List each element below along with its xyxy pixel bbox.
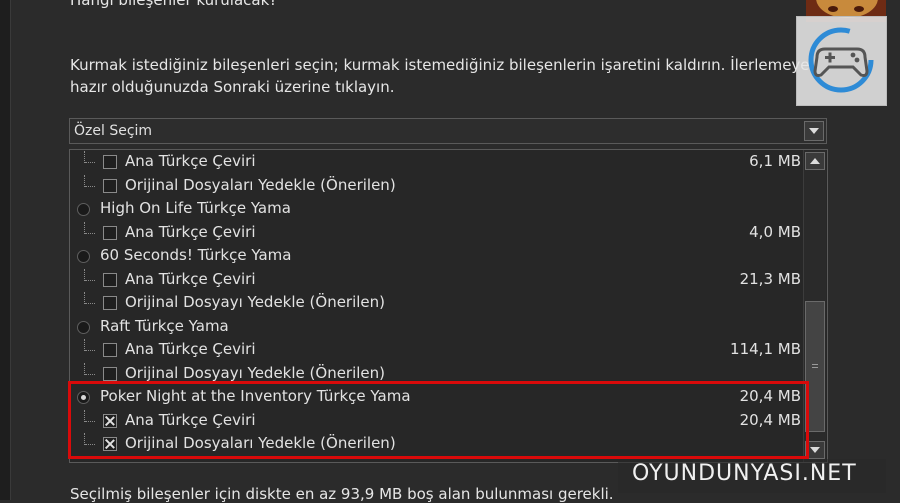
component-label: 60 Seconds! Türkçe Yama bbox=[100, 246, 292, 264]
window-left-border bbox=[0, 0, 11, 500]
dropdown-button[interactable] bbox=[804, 121, 824, 141]
page-description: Kurmak istediğiniz bileşenleri seçin; ku… bbox=[70, 56, 810, 96]
component-item[interactable]: Ana Türkçe Çeviri 114,1 MB bbox=[70, 339, 803, 362]
component-checkbox[interactable] bbox=[103, 296, 117, 310]
component-label: Ana Türkçe Çeviri bbox=[125, 152, 256, 170]
component-item[interactable]: Ana Türkçe Çeviri 6,1 MB bbox=[70, 151, 803, 174]
component-size: 4,0 MB bbox=[749, 222, 801, 241]
component-checkbox[interactable] bbox=[103, 366, 117, 381]
component-size: 6,1 MB bbox=[749, 152, 801, 170]
highlight-box bbox=[68, 381, 809, 459]
component-label: Orijinal Dosyayı Yedekle (Önerilen) bbox=[125, 363, 386, 382]
component-label: Ana Türkçe Çeviri bbox=[125, 222, 256, 241]
component-radio[interactable] bbox=[77, 320, 90, 334]
component-label: Ana Türkçe Çeviri bbox=[125, 269, 256, 288]
component-group-item[interactable]: 60 Seconds! Türkçe Yama bbox=[70, 245, 803, 268]
arrow-up-icon bbox=[810, 158, 820, 164]
component-size: 114,1 MB bbox=[730, 340, 801, 358]
setup-type-value: Özel Seçim bbox=[74, 123, 153, 139]
component-label: Orijinal Dosyayı Yedekle (Önerilen) bbox=[125, 293, 386, 311]
component-item[interactable]: Ana Türkçe Çeviri 4,0 MB bbox=[70, 221, 803, 245]
disk-space-note: Seçilmiş bileşenler için diskte en az 93… bbox=[70, 485, 614, 503]
component-radio[interactable] bbox=[77, 203, 90, 216]
component-label: High On Life Türkçe Yama bbox=[100, 199, 291, 217]
component-label: Orijinal Dosyaları Yedekle (Önerilen) bbox=[125, 175, 396, 194]
component-size: 21,3 MB bbox=[739, 269, 801, 288]
component-group-item[interactable]: Raft Türkçe Yama bbox=[70, 316, 803, 339]
component-checkbox[interactable] bbox=[103, 155, 117, 169]
component-checkbox[interactable] bbox=[103, 178, 117, 193]
page-title: Hangi bileşenler kurulacak? bbox=[70, 0, 278, 9]
watermark-text: OYUNDUNYASI.NET bbox=[632, 461, 857, 486]
component-checkbox[interactable] bbox=[103, 343, 117, 357]
chevron-down-icon bbox=[809, 128, 819, 134]
component-label: Raft Türkçe Yama bbox=[100, 316, 229, 335]
setup-type-dropdown[interactable]: Özel Seçim bbox=[69, 118, 827, 144]
scroll-up-button[interactable] bbox=[805, 152, 825, 170]
component-item[interactable]: Orijinal Dosyaları Yedekle (Önerilen) bbox=[70, 174, 803, 198]
component-radio[interactable] bbox=[77, 250, 90, 263]
component-checkbox[interactable] bbox=[103, 225, 117, 240]
arrow-down-icon bbox=[810, 447, 820, 453]
component-checkbox[interactable] bbox=[103, 272, 117, 287]
component-label: Ana Türkçe Çeviri bbox=[125, 340, 256, 358]
watermark: OYUNDUNYASI.NET bbox=[618, 459, 886, 493]
component-group-item[interactable]: High On Life Türkçe Yama bbox=[70, 198, 803, 221]
component-item[interactable]: Orijinal Dosyayı Yedekle (Önerilen) bbox=[70, 292, 803, 315]
component-item[interactable]: Ana Türkçe Çeviri 21,3 MB bbox=[70, 268, 803, 292]
